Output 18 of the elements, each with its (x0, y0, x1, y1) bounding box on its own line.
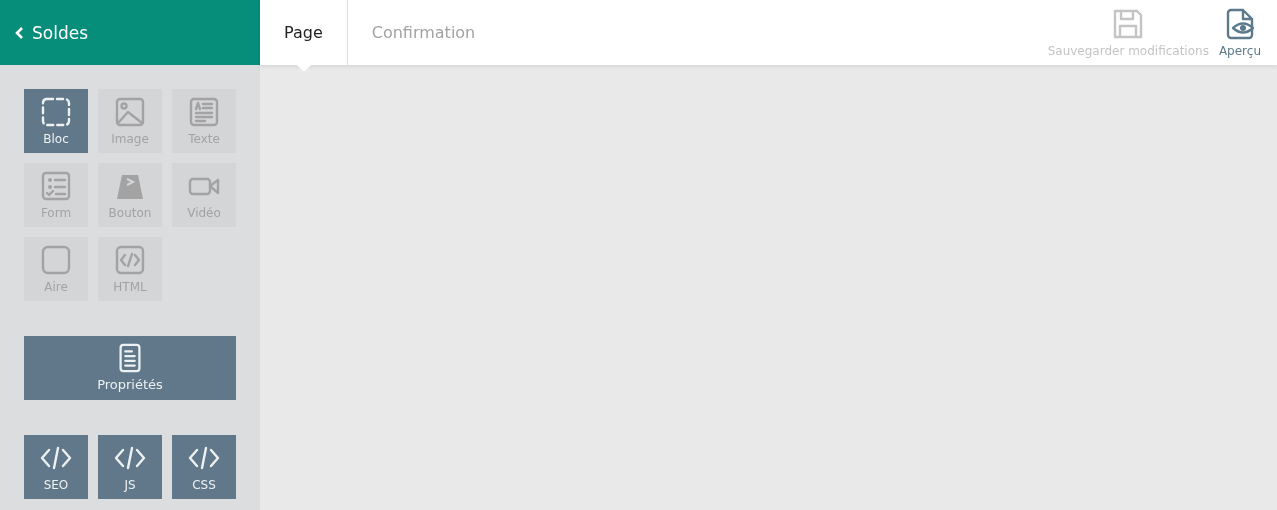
text-icon (187, 95, 221, 129)
back-button[interactable]: Soldes (14, 22, 89, 43)
tab[interactable]: Page (260, 0, 348, 65)
chevron-left-icon (14, 25, 24, 40)
code-button[interactable]: SEO (24, 435, 88, 499)
code-button[interactable]: JS (98, 435, 162, 499)
back-label: Soldes (32, 22, 89, 43)
code-button[interactable]: CSS (172, 435, 236, 499)
dashed-square-icon (39, 95, 73, 129)
properties-button[interactable]: Propriétés (24, 336, 236, 400)
tool-tile[interactable]: Bloc (24, 89, 88, 153)
tab[interactable]: Confirmation (347, 0, 500, 65)
image-icon (113, 95, 147, 129)
code-icon (113, 243, 147, 277)
tab-pointer (296, 65, 311, 72)
form-icon (39, 169, 73, 203)
preview-button[interactable]: Aperçu (1213, 0, 1266, 65)
square-icon (39, 243, 73, 277)
